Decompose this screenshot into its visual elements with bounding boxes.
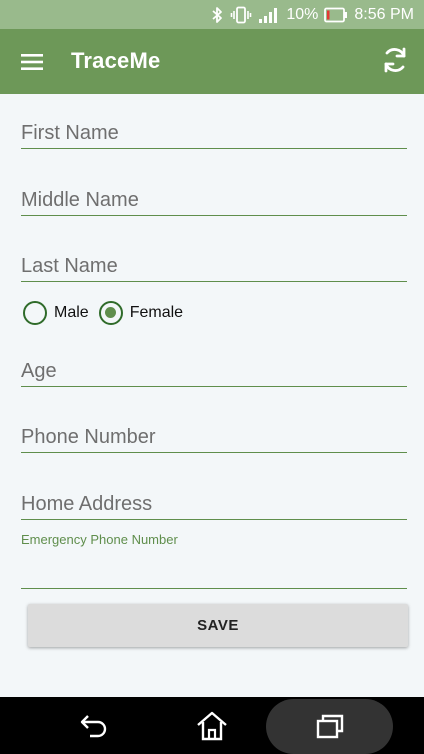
battery-icon	[324, 7, 348, 23]
male-radio[interactable]: Male	[23, 301, 89, 325]
back-icon[interactable]	[64, 697, 124, 754]
save-button[interactable]: SAVE	[28, 604, 408, 647]
home-icon[interactable]	[182, 697, 242, 754]
status-bar: 10% 8:56 PM	[0, 0, 424, 29]
last-name-input[interactable]	[21, 251, 407, 281]
first-name-input[interactable]	[21, 118, 407, 148]
emergency-phone-input[interactable]	[21, 558, 407, 588]
vibrate-icon	[230, 6, 252, 24]
middle-name-field	[21, 185, 407, 216]
age-input[interactable]	[21, 356, 407, 386]
phone-number-input[interactable]	[21, 422, 407, 452]
female-radio-circle[interactable]	[98, 301, 123, 325]
battery-percent: 10%	[286, 5, 319, 23]
app-title: TraceMe	[71, 48, 161, 73]
female-radio[interactable]: Female	[98, 301, 184, 325]
gender-radio-group: Male Female	[23, 300, 193, 326]
home-address-field	[21, 489, 407, 520]
refresh-icon[interactable]	[380, 45, 410, 75]
first-name-field	[21, 118, 407, 149]
male-radio-circle[interactable]	[23, 301, 47, 325]
recents-icon[interactable]	[266, 697, 393, 754]
male-label: Male	[54, 304, 89, 321]
signal-icon	[258, 6, 280, 24]
menu-icon[interactable]	[20, 50, 46, 74]
status-time: 8:56 PM	[354, 5, 414, 23]
navigation-bar	[0, 697, 424, 754]
emergency-phone-label: Emergency Phone Number	[21, 532, 178, 547]
last-name-field	[21, 251, 407, 282]
status-icons: 10% 8:56 PM	[210, 0, 414, 29]
app-bar: TraceMe	[0, 29, 424, 94]
emergency-phone-field	[21, 558, 407, 589]
form-container: Male Female Emergency Phone Number SAVE	[0, 94, 424, 697]
female-label: Female	[129, 304, 184, 321]
age-field	[21, 356, 407, 387]
phone-number-field	[21, 422, 407, 453]
middle-name-input[interactable]	[21, 185, 407, 215]
home-address-input[interactable]	[21, 489, 407, 519]
bluetooth-icon	[210, 6, 224, 24]
